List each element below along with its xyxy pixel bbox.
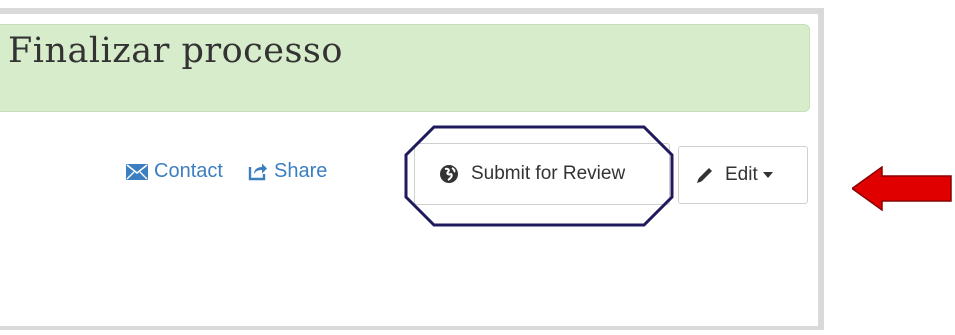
share-icon xyxy=(248,162,268,181)
caret-down-icon xyxy=(762,172,773,178)
edit-dropdown-button[interactable]: Edit xyxy=(678,146,808,204)
contact-label: Contact xyxy=(154,160,223,182)
highlight-octagon xyxy=(404,125,674,227)
page-title: Finalizar processo xyxy=(8,31,343,71)
share-link[interactable]: Share xyxy=(248,160,327,183)
share-label: Share xyxy=(274,160,328,182)
envelope-icon xyxy=(126,163,148,180)
header-banner: Finalizar processo xyxy=(0,24,810,112)
contact-link[interactable]: Contact xyxy=(126,160,223,183)
red-arrow-icon xyxy=(852,166,952,211)
pencil-icon xyxy=(695,165,715,185)
edit-label: Edit xyxy=(725,164,758,185)
